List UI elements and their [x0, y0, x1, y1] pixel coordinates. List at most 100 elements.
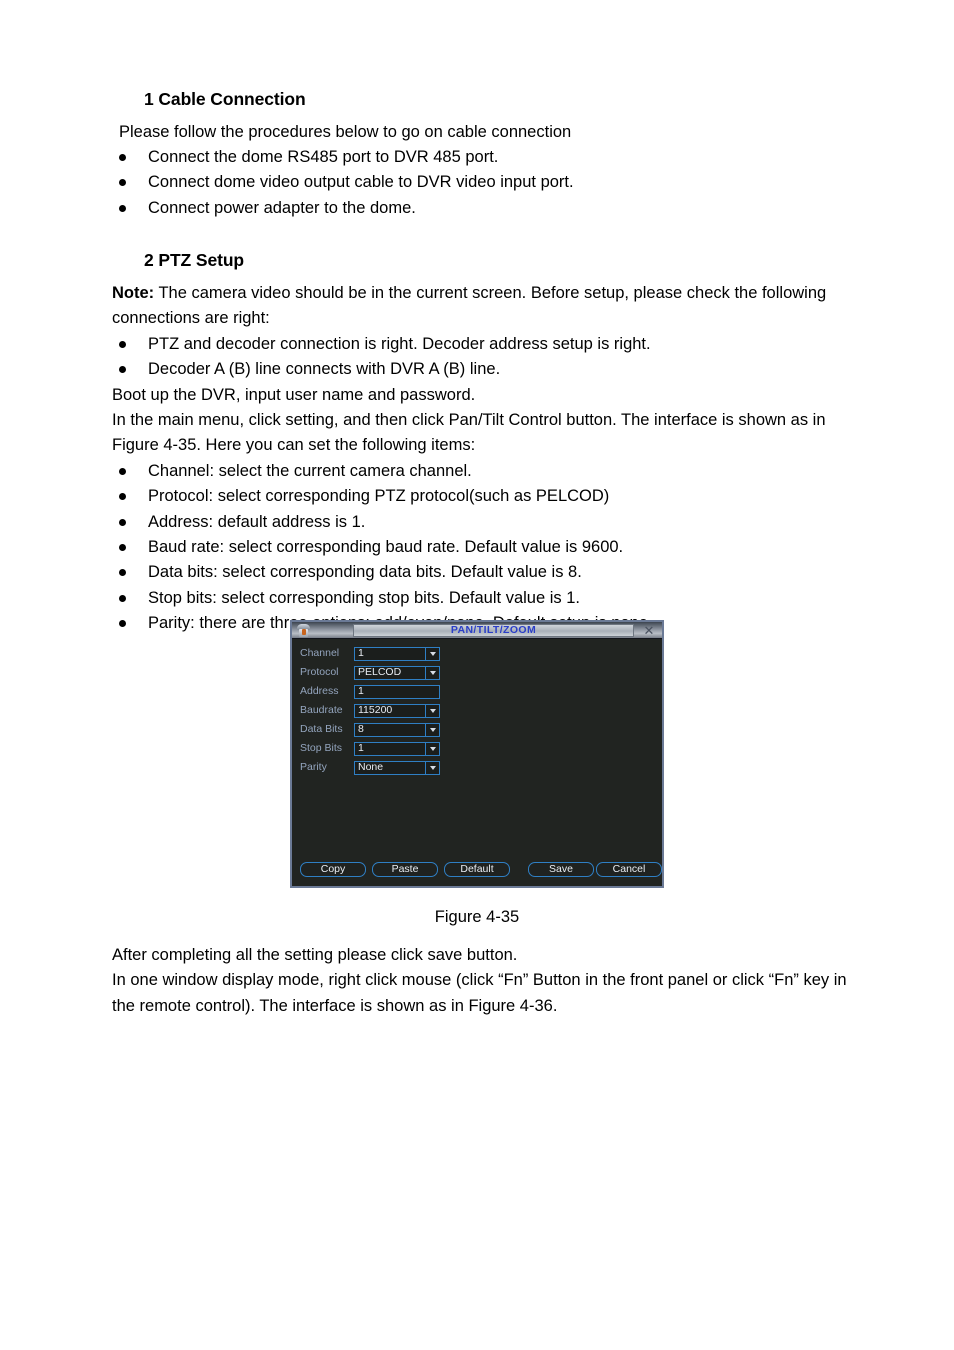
protocol-select[interactable]: PELCOD	[354, 665, 440, 680]
list-item: PTZ and decoder connection is right. Dec…	[112, 332, 852, 357]
parity-select[interactable]: None	[354, 760, 440, 775]
data-bits-value: 8	[358, 723, 364, 736]
baudrate-value: 115200	[358, 704, 393, 717]
bullet-icon	[119, 543, 126, 551]
list-item-label: PTZ and decoder connection is right. Dec…	[148, 334, 651, 353]
list-item: Stop bits: select corresponding stop bit…	[112, 586, 852, 611]
protocol-label: Protocol	[300, 666, 339, 679]
dialog-button-row: Copy Paste Default Save Cancel	[300, 862, 662, 877]
section-1-heading: 1 Cable Connection	[144, 89, 306, 109]
parity-value: None	[358, 761, 384, 774]
dialog-title-plate: PAN/TILT/ZOOM	[353, 623, 634, 637]
list-item-label: Address: default address is 1.	[148, 512, 366, 531]
protocol-value: PELCOD	[358, 666, 402, 679]
channel-select[interactable]: 1	[354, 646, 440, 661]
address-value: 1	[358, 685, 364, 698]
list-item: Connect power adapter to the dome.	[112, 196, 852, 221]
list-item-label: Connect power adapter to the dome.	[148, 198, 416, 217]
connection-check-bullet-list: PTZ and decoder connection is right. Dec…	[112, 332, 852, 383]
dome-camera-icon	[295, 623, 313, 638]
chevron-down-icon[interactable]	[425, 761, 439, 774]
figure-4-35-image: PAN/TILT/ZOOM ✕ Channel 1 Protocol PELCO…	[0, 620, 954, 888]
list-item-label: Connect dome video output cable to DVR v…	[148, 173, 574, 192]
cancel-button[interactable]: Cancel	[596, 862, 662, 877]
chevron-down-icon[interactable]	[425, 704, 439, 717]
list-item: Address: default address is 1.	[112, 510, 852, 535]
field-row-address: Address 1	[300, 684, 440, 699]
bullet-icon	[119, 594, 126, 602]
tail-paragraph-2: In one window display mode, right click …	[112, 971, 847, 1015]
field-row-data-bits: Data Bits 8	[300, 722, 440, 737]
list-item: Connect dome video output cable to DVR v…	[112, 170, 852, 195]
chevron-down-icon[interactable]	[425, 666, 439, 679]
bullet-icon	[119, 204, 126, 212]
default-button[interactable]: Default	[444, 862, 510, 877]
field-row-channel: Channel 1	[300, 646, 440, 661]
stop-bits-select[interactable]: 1	[354, 741, 440, 756]
stop-bits-value: 1	[358, 742, 364, 755]
section-2-heading: 2 PTZ Setup	[144, 250, 245, 271]
chevron-down-icon[interactable]	[425, 742, 439, 755]
note-text: The camera video should be in the curren…	[112, 283, 827, 328]
stop-bits-label: Stop Bits	[300, 742, 343, 755]
list-item-label: Connect the dome RS485 port to DVR 485 p…	[148, 148, 499, 167]
dialog-body: Channel 1 Protocol PELCOD Address 1 Baud…	[292, 639, 662, 888]
bullet-icon	[119, 340, 126, 348]
list-item-label: Baud rate: select corresponding baud rat…	[148, 537, 624, 556]
address-input[interactable]: 1	[354, 684, 440, 699]
field-row-baudrate: Baudrate 115200	[300, 703, 440, 718]
bullet-icon	[119, 518, 126, 526]
list-item: Connect the dome RS485 port to DVR 485 p…	[112, 145, 852, 170]
list-item-label: Decoder A (B) line connects with DVR A (…	[148, 360, 501, 379]
ptz-settings-bullet-list: Channel: select the current camera chann…	[112, 459, 852, 637]
channel-value: 1	[358, 647, 364, 660]
bullet-icon	[119, 493, 126, 501]
section-1-lead-paragraph: Please follow the procedures below to go…	[119, 122, 572, 141]
list-item: Protocol: select corresponding PTZ proto…	[112, 484, 852, 509]
figure-caption: Figure 4-35	[434, 908, 520, 926]
cable-connection-bullet-list: Connect the dome RS485 port to DVR 485 p…	[112, 145, 852, 221]
ptz-settings-form: Channel 1 Protocol PELCOD Address 1 Baud…	[300, 646, 440, 780]
data-bits-label: Data Bits	[300, 723, 343, 736]
document-tail-text: After completing all the setting please …	[112, 943, 852, 1019]
save-button[interactable]: Save	[528, 862, 594, 877]
note-label: Note:	[112, 283, 155, 302]
list-item: Data bits: select corresponding data bit…	[112, 560, 852, 585]
document-page: 1 Cable Connection Please follow the pro…	[0, 0, 954, 1350]
list-item: Baud rate: select corresponding baud rat…	[112, 535, 852, 560]
chevron-down-icon[interactable]	[425, 723, 439, 736]
tail-paragraph-1: After completing all the setting please …	[112, 946, 518, 964]
bullet-icon	[119, 467, 126, 475]
list-item-label: Protocol: select corresponding PTZ proto…	[148, 487, 610, 506]
data-bits-select[interactable]: 8	[354, 722, 440, 737]
parity-label: Parity	[300, 761, 327, 774]
copy-button[interactable]: Copy	[300, 862, 366, 877]
list-item-label: Channel: select the current camera chann…	[148, 461, 472, 480]
field-row-stop-bits: Stop Bits 1	[300, 741, 440, 756]
baudrate-select[interactable]: 115200	[354, 703, 440, 718]
list-item-label: Stop bits: select corresponding stop bit…	[148, 588, 580, 607]
list-item-label: Data bits: select corresponding data bit…	[148, 563, 582, 582]
field-row-parity: Parity None	[300, 760, 440, 775]
bullet-icon	[119, 569, 126, 577]
dialog-titlebar: PAN/TILT/ZOOM ✕	[292, 622, 662, 639]
channel-label: Channel	[300, 647, 340, 660]
dialog-title: PAN/TILT/ZOOM	[450, 623, 537, 636]
field-row-protocol: Protocol PELCOD	[300, 665, 440, 680]
bullet-icon	[119, 154, 126, 162]
list-item: Decoder A (B) line connects with DVR A (…	[112, 357, 852, 382]
address-label: Address	[300, 685, 339, 698]
main-menu-paragraph: In the main menu, click setting, and the…	[112, 410, 826, 455]
list-item: Channel: select the current camera chann…	[112, 459, 852, 484]
bullet-icon	[119, 179, 126, 187]
chevron-down-icon[interactable]	[425, 647, 439, 660]
paste-button[interactable]: Paste	[372, 862, 438, 877]
close-icon[interactable]: ✕	[636, 624, 662, 637]
bullet-icon	[119, 366, 126, 374]
document-text-body: 1 Cable Connection Please follow the pro…	[112, 88, 852, 637]
pan-tilt-zoom-dialog: PAN/TILT/ZOOM ✕ Channel 1 Protocol PELCO…	[290, 620, 664, 888]
boot-up-paragraph: Boot up the DVR, input user name and pas…	[112, 385, 476, 404]
